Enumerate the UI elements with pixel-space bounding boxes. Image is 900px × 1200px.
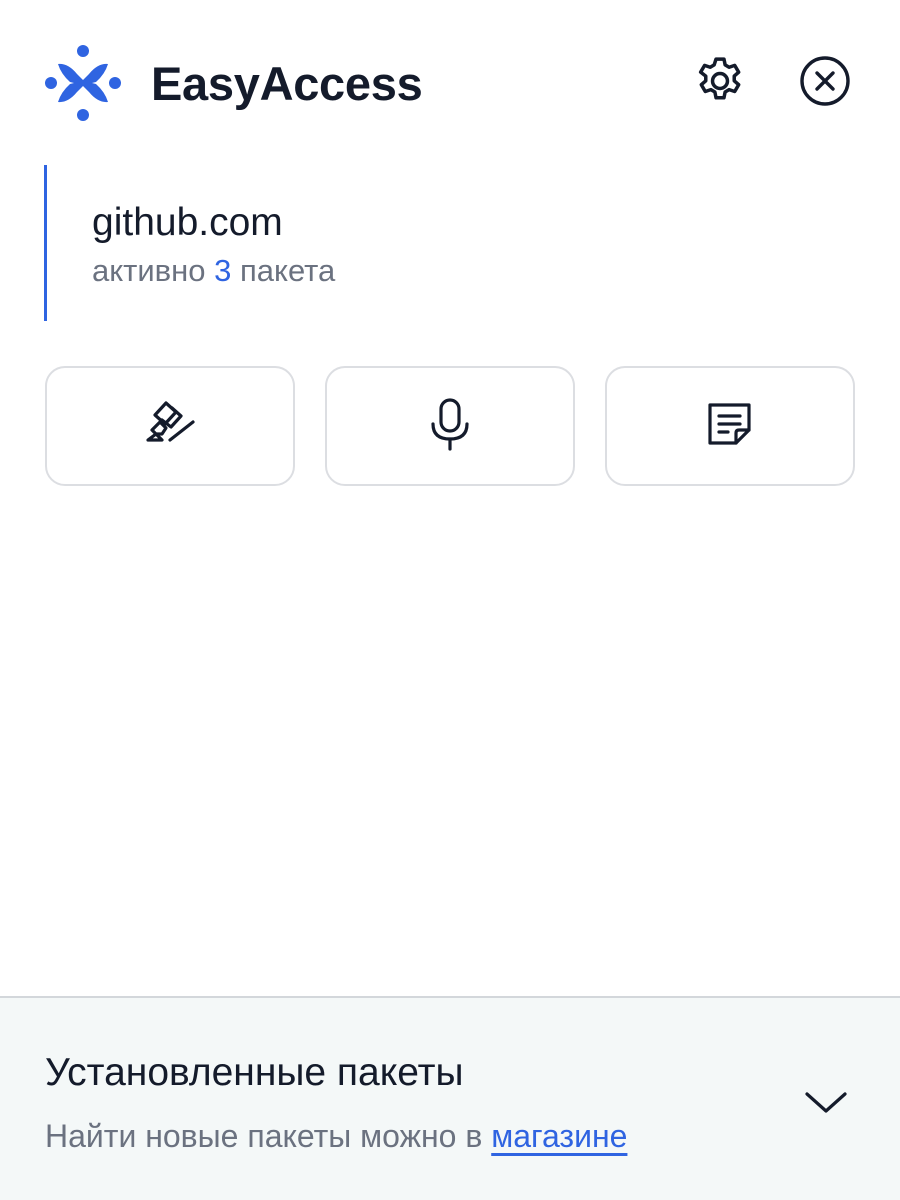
highlighter-button[interactable] bbox=[45, 366, 295, 486]
active-count: 3 bbox=[214, 253, 232, 288]
store-hint-text: Найти новые пакеты можно в bbox=[45, 1118, 483, 1154]
microphone-button[interactable] bbox=[325, 366, 575, 486]
app-title: EasyAccess bbox=[151, 57, 423, 110]
site-domain: github.com bbox=[92, 201, 283, 244]
installed-packages-title: Установленные пакеты bbox=[45, 1051, 464, 1094]
tools-row bbox=[45, 366, 855, 486]
settings-button[interactable] bbox=[690, 53, 750, 113]
expand-button[interactable] bbox=[800, 1078, 852, 1130]
easyaccess-logo-icon bbox=[44, 44, 122, 122]
note-button[interactable] bbox=[605, 366, 855, 486]
header: EasyAccess bbox=[0, 0, 900, 165]
installed-packages-panel[interactable]: Установленные пакеты Найти новые пакеты … bbox=[0, 996, 900, 1200]
status-suffix: пакета bbox=[240, 253, 336, 288]
microphone-icon bbox=[422, 394, 478, 459]
status-prefix: активно bbox=[92, 253, 206, 288]
site-card: github.com активно 3 пакета bbox=[44, 165, 644, 321]
gear-icon bbox=[692, 53, 748, 114]
chevron-down-icon bbox=[803, 1088, 849, 1121]
note-icon bbox=[702, 396, 758, 457]
highlighter-icon bbox=[140, 394, 200, 459]
close-circle-icon bbox=[798, 54, 852, 113]
store-hint: Найти новые пакеты можно в магазине bbox=[45, 1116, 627, 1156]
store-link[interactable]: магазине bbox=[491, 1118, 627, 1154]
site-status: активно 3 пакета bbox=[92, 252, 335, 290]
close-button[interactable] bbox=[795, 53, 855, 113]
